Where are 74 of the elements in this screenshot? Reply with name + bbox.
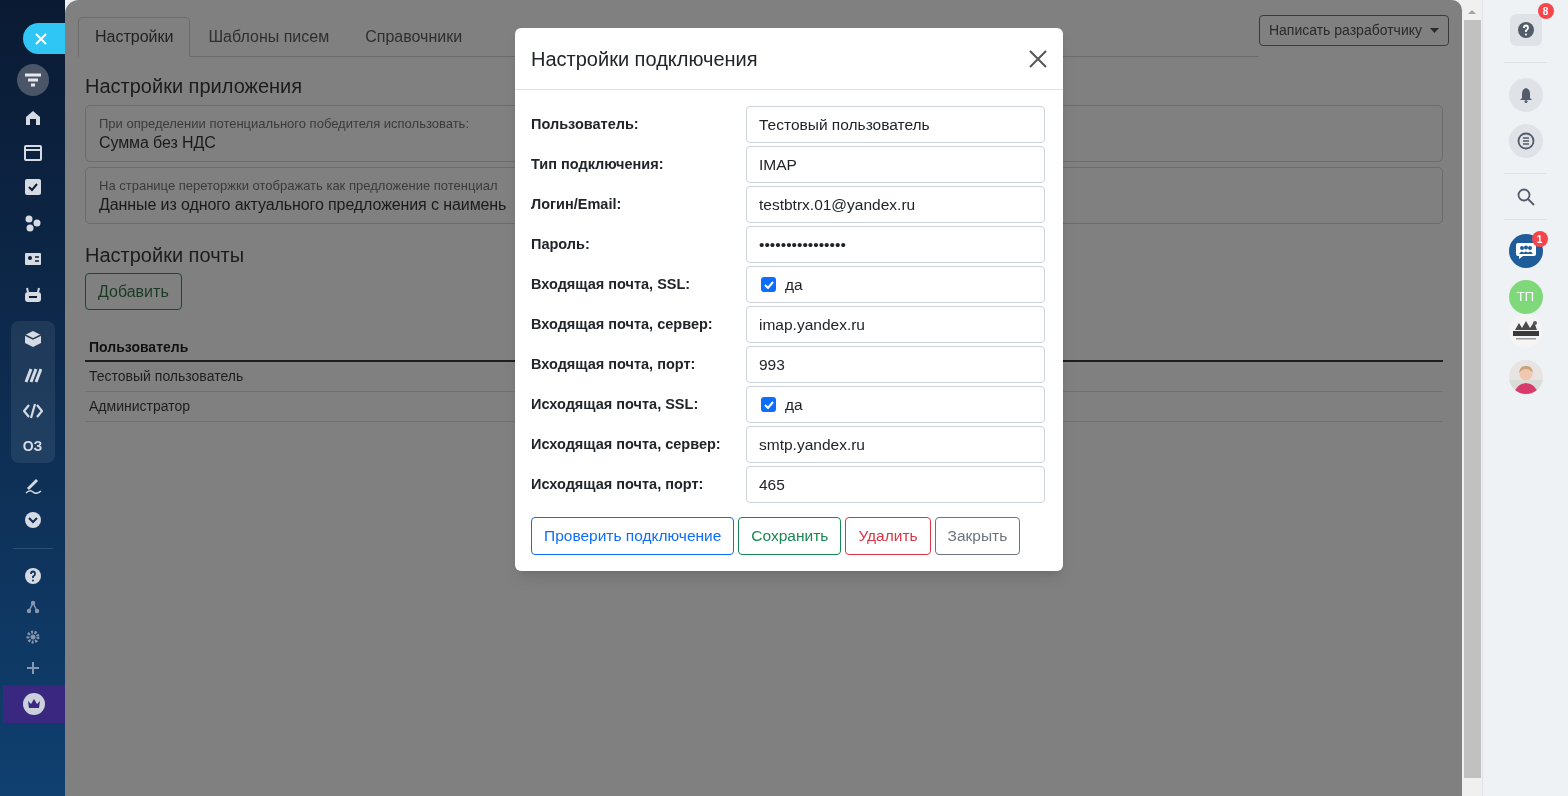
project-label[interactable]: ОЗ [22,438,43,454]
messages-button[interactable] [1508,124,1543,158]
network-icon[interactable] [25,600,40,614]
chevron-down-icon[interactable] [23,511,42,529]
setting-value: Сумма без НДС [99,133,216,153]
code-icon[interactable] [22,402,43,420]
setting-value: Данные из одного актуального предложения с наимень [99,195,507,215]
caret-icon [1430,28,1439,33]
table-cell-text: Тестовый пользователь [89,367,244,386]
close-icon [35,32,47,45]
robot-icon[interactable] [23,286,42,304]
setting-label: На странице переторжки отображать как предложение потенциал [99,178,498,194]
help-icon[interactable] [24,568,41,584]
filter-icon[interactable] [16,64,49,96]
tab[interactable]: Справочники [347,17,481,57]
field-label: Исходящая почта, сервер: [531,434,722,454]
checkbox[interactable] [761,277,776,292]
field-label: Тип подключения: [531,154,665,174]
input-field[interactable]: imap.yandex.ru [746,306,1045,343]
field-label: Входящая почта, SSL: [531,274,692,294]
stripes-icon[interactable] [23,366,42,384]
input-field[interactable]: •••••••••••••••• [746,226,1045,263]
home-icon[interactable] [23,109,42,127]
field-label: Входящая почта, порт: [531,354,697,374]
people-icon [1514,242,1537,260]
field-label: Входящая почта, сервер: [531,314,714,334]
field-label: Пользователь: [531,114,640,134]
checkbox[interactable] [761,397,776,412]
settings-icon[interactable] [25,630,40,644]
checkbox-icon[interactable] [23,178,42,196]
help-icon [1517,22,1534,38]
dialog-button[interactable]: Удалить [845,517,931,555]
field-label: Пароль: [531,234,591,254]
dialog-title: Настройки подключения [531,46,758,72]
dialog-button[interactable]: Проверить подключение [531,517,735,555]
search-icon[interactable] [1516,188,1535,206]
table-cell-text: Администратор [89,397,190,416]
plus-icon[interactable] [25,661,40,675]
contact-card-icon[interactable] [23,250,42,268]
input-field[interactable]: 993 [746,346,1045,383]
column-header: Пользователь [89,337,189,357]
input-field[interactable]: 465 [746,466,1045,503]
dialog-button[interactable]: Закрыть [934,517,1021,555]
input-field[interactable]: testbtrx.01@yandex.ru [746,186,1045,223]
checkbox-label: да [785,274,803,295]
notification-badge: 8 [1537,3,1554,19]
input-field[interactable]: Тестовый пользователь [746,106,1045,143]
crown-icon [23,693,45,715]
tab[interactable]: Настройки [78,17,191,57]
section-heading: Настройки почты [85,243,245,268]
scrollbar[interactable] [1462,0,1482,796]
upgrade-button[interactable] [3,685,65,723]
field-label: Исходящая почта, порт: [531,474,705,494]
checkbox-label: да [785,394,803,415]
section-heading: Настройки приложения [85,74,303,99]
input-field[interactable]: IMAP [746,146,1045,183]
signature-icon[interactable] [23,476,42,494]
window-icon[interactable] [23,144,42,162]
input-field[interactable]: smtp.yandex.ru [746,426,1045,463]
close-button[interactable] [23,23,65,54]
field-label: Логин/Email: [531,194,623,214]
field-label: Исходящая почта, SSL: [531,394,700,414]
setting-label: При определении потенциального победителя использовать: [99,116,469,132]
developer-dropdown[interactable]: Написать разработчику [1258,15,1449,46]
dots-icon[interactable] [23,214,42,232]
close-icon[interactable] [1029,49,1047,68]
add-button[interactable]: Добавить [85,273,182,310]
help-button[interactable] [1509,14,1542,46]
chat-list-icon [1516,132,1535,150]
cube-icon[interactable] [23,330,42,348]
tab[interactable]: Шаблоны писем [190,17,348,57]
notifications-button[interactable] [1508,78,1543,112]
group-chat-button[interactable] [1508,234,1543,268]
dialog-button[interactable]: Сохранить [738,517,842,555]
